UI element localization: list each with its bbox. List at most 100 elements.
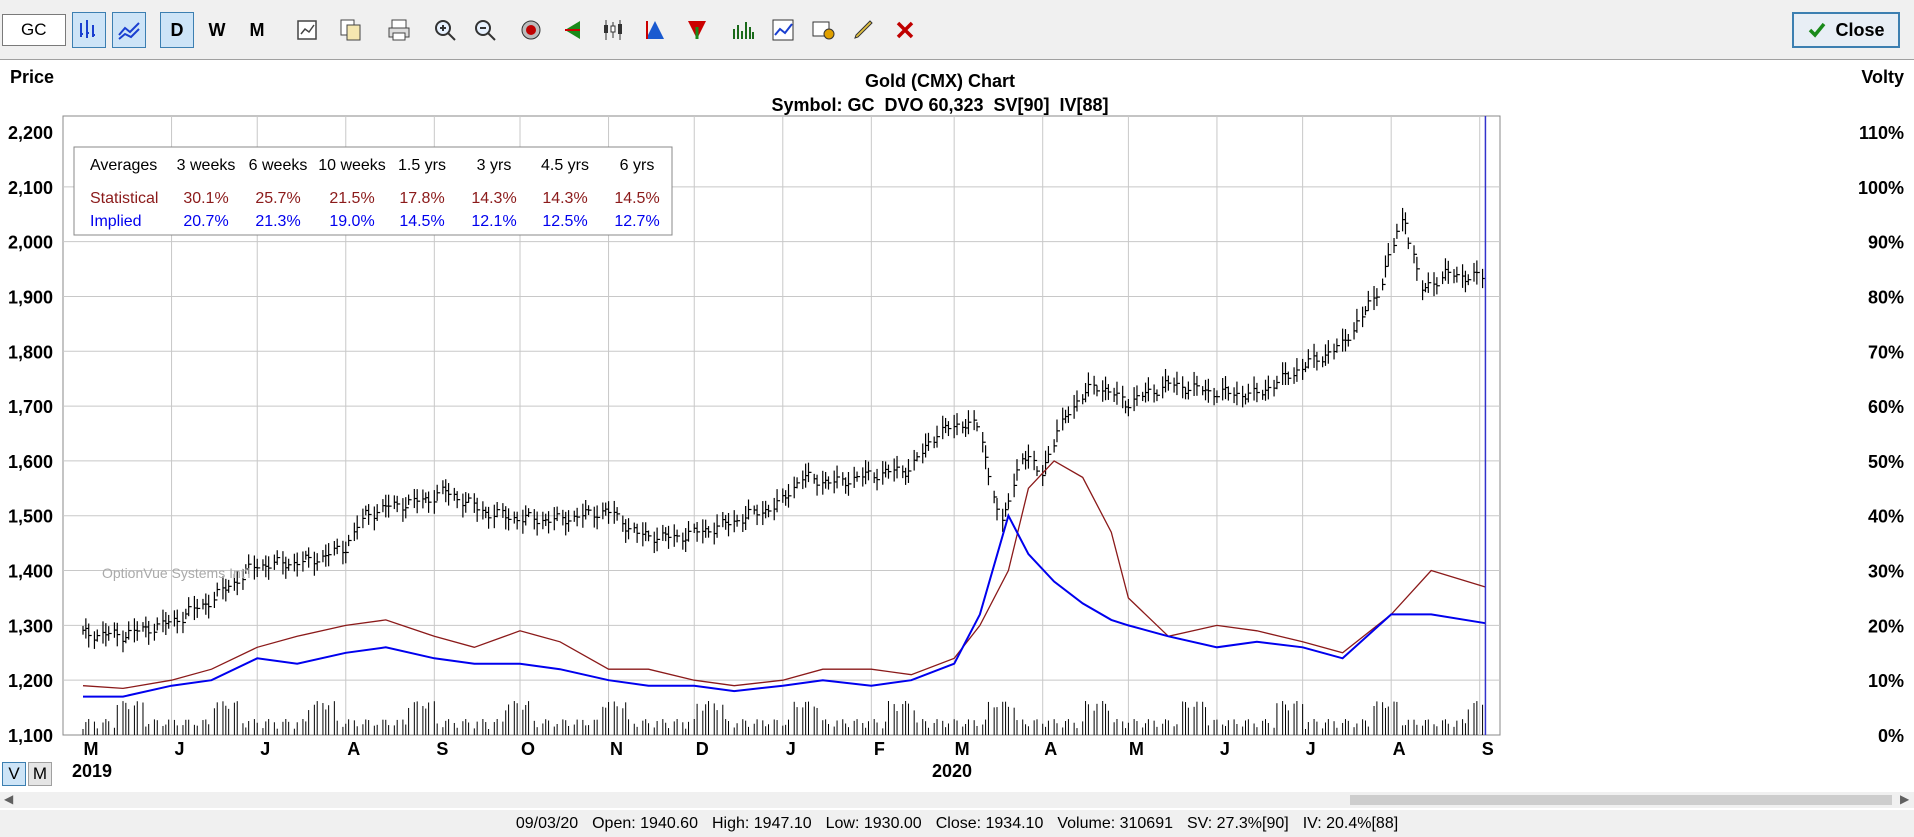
x-tick-label: O [521,739,535,759]
period-daily-button[interactable]: D [160,12,194,48]
x-tick-label: M [84,739,99,759]
averages-header-cell: 10 weeks [318,157,386,174]
x-tick-label: A [347,739,360,759]
averages-value-cell: 30.1% [183,190,228,207]
x-tick-label: A [1044,739,1057,759]
averages-header-cell: 1.5 yrs [398,157,446,174]
averages-value-cell: 12.1% [471,213,516,230]
y-tick-label: 1,900 [8,287,53,307]
chart-settings-icon[interactable] [290,12,324,48]
x-tick-label: J [786,739,796,759]
triangle-up-icon[interactable] [638,12,672,48]
chart-title: Gold (CMX) Chart [865,71,1015,91]
x-tick-label: J [175,739,185,759]
y2-axis-label: Volty [1861,67,1904,87]
averages-header-cell: Averages [90,157,157,174]
y-tick-label: 2,100 [8,178,53,198]
y2-tick-label: 70% [1868,342,1904,362]
y2-tick-label: 60% [1868,397,1904,417]
x-tick-label: A [1393,739,1406,759]
annotation-icon[interactable] [806,12,840,48]
y-tick-label: 1,700 [8,397,53,417]
watermark: OptionVue Systems Int'l [102,565,250,581]
study-icon[interactable] [766,12,800,48]
averages-row-label: Implied [90,213,142,230]
y2-tick-label: 40% [1868,507,1904,527]
gold-chart[interactable]: 2,200 2,100 2,000 1,900 1,800 1,700 1,600 1,500… [0,61,1914,791]
status-iv: IV: 20.4%[88] [1302,814,1399,832]
view-m-button[interactable]: M [28,762,52,786]
averages-value-cell: 17.8% [399,190,444,207]
scroll-left-icon[interactable]: ◀ [4,792,13,806]
y2-tick-label: 10% [1868,671,1904,691]
x-tick-label: J [1220,739,1230,759]
x-tick-label: S [1482,739,1494,759]
bar-chart-icon[interactable] [72,12,106,48]
view-mode-toggle: V M [2,762,52,786]
averages-value-cell: 21.5% [329,190,374,207]
y-tick-label: 1,200 [8,671,53,691]
delete-icon[interactable] [888,12,922,48]
y-tick-label: 1,600 [8,452,53,472]
status-low: Low: 1930.00 [825,814,922,832]
y2-tick-label: 30% [1868,562,1904,582]
averages-header-cell: 3 yrs [477,157,512,174]
y2-tick-label: 50% [1868,452,1904,472]
period-monthly-button[interactable]: M [240,12,274,48]
horizontal-scrollbar[interactable]: ◀ ▶ [0,792,1914,808]
averages-row-label: Statistical [90,190,158,207]
zoom-in-icon[interactable] [428,12,462,48]
print-icon[interactable] [382,12,416,48]
x-tick-label: J [260,739,270,759]
volume-icon[interactable] [726,12,760,48]
scroll-thumb[interactable] [1350,795,1892,805]
period-weekly-button[interactable]: W [200,12,234,48]
status-date: 09/03/20 [515,814,579,832]
y-tick-label: 2,200 [8,123,53,143]
x-tick-label: S [436,739,448,759]
averages-value-cell: 21.3% [255,213,300,230]
x-tick-label: J [1306,739,1316,759]
status-close: Close: 1934.10 [935,814,1044,832]
status-volume: Volume: 310691 [1057,814,1173,832]
left-arrow-icon[interactable] [556,12,590,48]
averages-header-cell: 3 weeks [177,157,236,174]
y2-tick-label: 0% [1878,726,1904,746]
y-tick-label: 1,300 [8,616,53,636]
view-v-button[interactable]: V [2,762,26,786]
copy-icon[interactable] [334,12,368,48]
y-tick-label: 1,500 [8,507,53,527]
zoom-out-icon[interactable] [468,12,502,48]
averages-value-cell: 12.7% [614,213,659,230]
y2-tick-label: 20% [1868,616,1904,636]
y-axis-label: Price [10,67,54,87]
scroll-right-icon[interactable]: ▶ [1900,792,1909,806]
status-sv: SV: 27.3%[90] [1187,814,1289,832]
y-tick-label: 1,800 [8,342,53,362]
averages-header-cell: 4.5 yrs [541,157,589,174]
averages-value-cell: 14.5% [399,213,444,230]
symbol-input[interactable] [2,14,66,46]
check-icon [1809,22,1826,38]
y2-tick-label: 110% [1859,123,1904,143]
y2-tick-label: 90% [1868,233,1904,253]
line-chart-icon[interactable] [112,12,146,48]
averages-value-cell: 14.3% [471,190,516,207]
y-tick-label: 1,100 [8,726,53,746]
averages-header-cell: 6 weeks [249,157,308,174]
pencil-icon[interactable] [846,12,880,48]
averages-value-cell: 14.5% [614,190,659,207]
averages-value-cell: 25.7% [255,190,300,207]
averages-header-cell: 6 yrs [620,157,655,174]
triangle-down-icon[interactable] [680,12,714,48]
averages-value-cell: 20.7% [183,213,228,230]
x-tick-label: F [874,739,885,759]
year-label: 2019 [72,761,112,781]
averages-table: Averages 3 weeks 6 weeks 10 weeks 1.5 yrs 3 y… [73,146,673,236]
candlestick-icon[interactable] [596,12,630,48]
close-button[interactable]: Close [1792,12,1900,48]
target-icon[interactable] [514,12,548,48]
close-label: Close [1835,19,1885,40]
averages-value-cell: 14.3% [542,190,587,207]
status-bar: 09/03/20 Open: 1940.60 High: 1947.10 Low… [0,810,1914,837]
